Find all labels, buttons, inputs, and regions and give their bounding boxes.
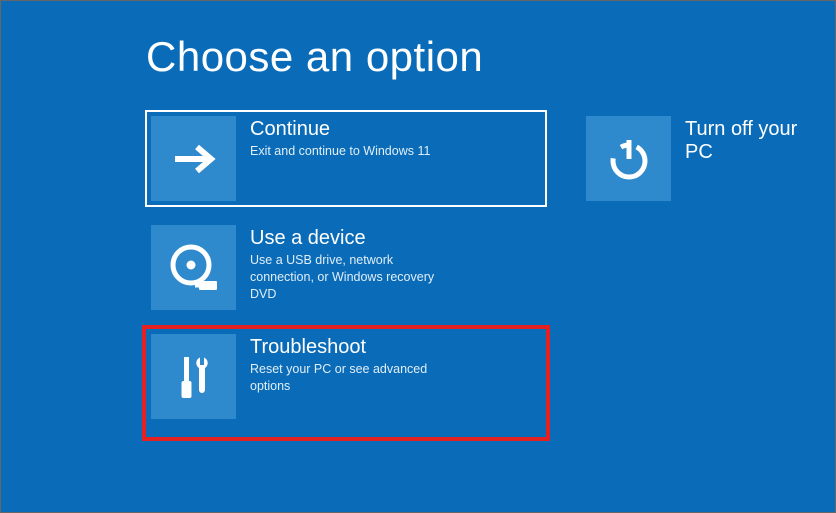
continue-label: Continue — [250, 118, 541, 141]
troubleshoot-tile[interactable]: Troubleshoot Reset your PC or see advanc… — [146, 329, 546, 437]
arrow-right-icon — [151, 116, 236, 201]
tools-icon — [151, 334, 236, 419]
continue-tile[interactable]: Continue Exit and continue to Windows 11 — [146, 111, 546, 206]
troubleshoot-text: Troubleshoot Reset your PC or see advanc… — [236, 334, 541, 395]
turn-off-tile[interactable]: Turn off your PC — [581, 111, 835, 206]
continue-desc: Exit and continue to Windows 11 — [250, 143, 460, 160]
use-device-desc: Use a USB drive, network connection, or … — [250, 252, 460, 303]
power-icon — [586, 116, 671, 201]
continue-text: Continue Exit and continue to Windows 11 — [236, 116, 541, 160]
use-device-label: Use a device — [250, 227, 541, 250]
turn-off-label: Turn off your PC — [685, 118, 830, 164]
disc-usb-icon — [151, 225, 236, 310]
options-column-left: Continue Exit and continue to Windows 11… — [146, 111, 546, 451]
troubleshoot-label: Troubleshoot — [250, 336, 541, 359]
troubleshoot-desc: Reset your PC or see advanced options — [250, 361, 460, 395]
use-device-text: Use a device Use a USB drive, network co… — [236, 225, 541, 303]
use-device-tile[interactable]: Use a device Use a USB drive, network co… — [146, 220, 546, 315]
page-title: Choose an option — [146, 33, 483, 81]
turn-off-text: Turn off your PC — [671, 116, 830, 166]
